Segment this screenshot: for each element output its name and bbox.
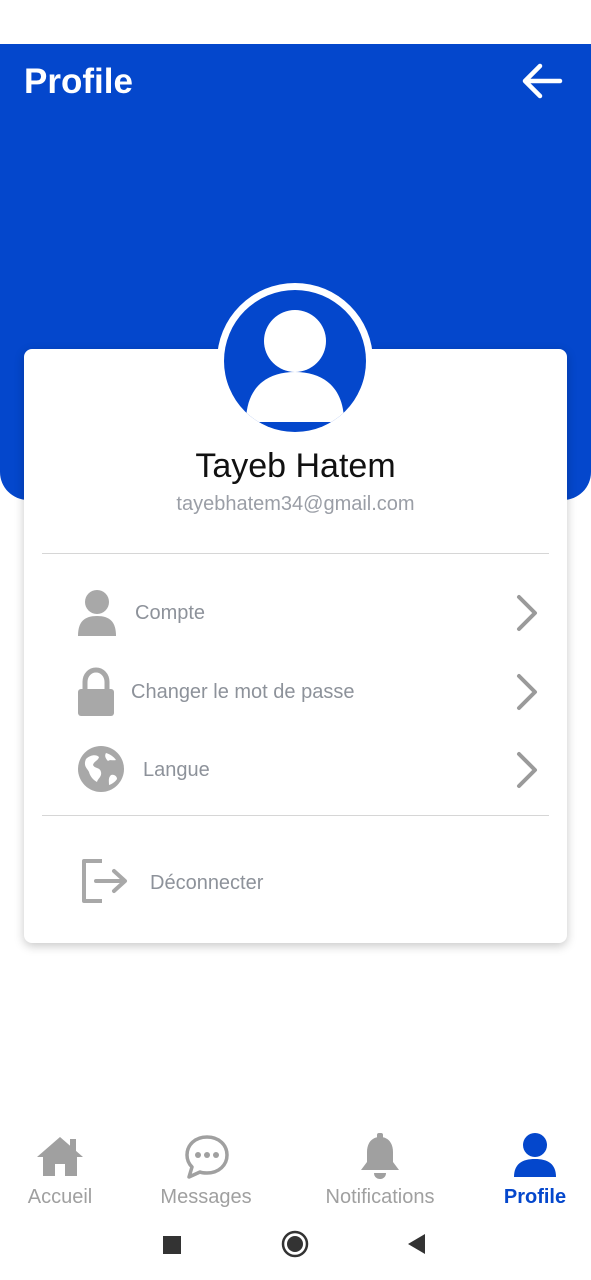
- arrow-left-icon: [522, 63, 563, 99]
- user-name: Tayeb Hatem: [195, 447, 396, 485]
- nav-accueil[interactable]: Accueil: [14, 1130, 106, 1210]
- nav-notifications[interactable]: Notifications: [310, 1130, 450, 1210]
- chat-icon: [185, 1135, 229, 1179]
- lock-icon: [78, 667, 114, 716]
- logout-button[interactable]: Déconnecter: [42, 848, 549, 914]
- chevron-right-icon: [517, 674, 537, 710]
- nav-messages[interactable]: Messages: [150, 1130, 262, 1210]
- menu-item-label: Changer le mot de passe: [131, 681, 355, 703]
- nav-label: Accueil: [27, 1186, 93, 1208]
- logout-icon: [82, 859, 127, 903]
- chevron-right-icon: [517, 595, 537, 631]
- menu-item-langue[interactable]: Langue: [42, 737, 549, 803]
- recents-icon: [163, 1236, 181, 1254]
- user-icon: [78, 590, 116, 636]
- logout-label: Déconnecter: [150, 872, 264, 894]
- home-icon: [37, 1137, 83, 1176]
- recents-button[interactable]: [161, 1234, 183, 1261]
- back-triangle-icon: [408, 1234, 425, 1254]
- divider-top: [42, 553, 549, 554]
- back-button[interactable]: [518, 58, 566, 104]
- nav-label: Messages: [160, 1186, 252, 1208]
- divider-bottom: [42, 815, 549, 816]
- system-back-button[interactable]: [405, 1232, 427, 1261]
- user-avatar-icon: [246, 310, 344, 422]
- menu-item-compte[interactable]: Compte: [42, 580, 549, 646]
- profile-icon: [514, 1133, 556, 1177]
- avatar[interactable]: [224, 290, 366, 432]
- menu-item-change-password[interactable]: Changer le mot de passe: [42, 659, 549, 725]
- bell-icon: [361, 1133, 399, 1179]
- globe-icon: [78, 746, 124, 792]
- chevron-right-icon: [517, 752, 537, 788]
- page-title: Profile: [24, 62, 133, 101]
- nav-label: Notifications: [325, 1186, 435, 1208]
- nav-profile[interactable]: Profile: [497, 1130, 573, 1210]
- home-circle-icon: [281, 1230, 309, 1258]
- system-home-button[interactable]: [281, 1230, 309, 1263]
- user-email: tayebhatem34@gmail.com: [176, 493, 415, 515]
- nav-label: Profile: [503, 1186, 567, 1208]
- menu-item-label: Compte: [135, 602, 206, 624]
- menu-item-label: Langue: [143, 759, 210, 781]
